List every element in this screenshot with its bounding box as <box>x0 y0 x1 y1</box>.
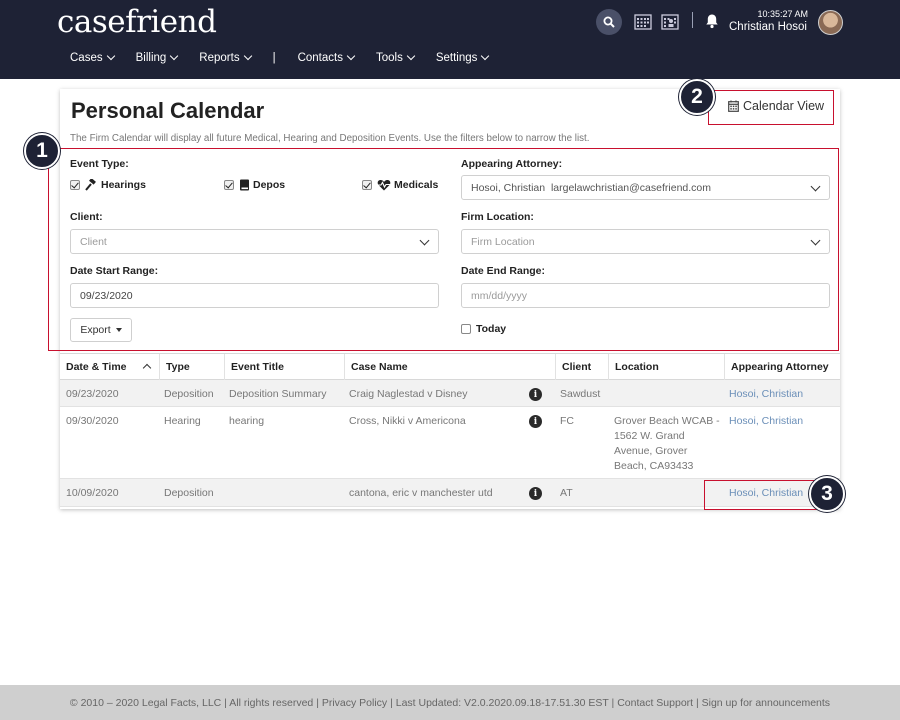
col-type[interactable]: Type <box>159 354 224 380</box>
cell-title: Deposition Summary <box>229 388 327 400</box>
info-icon[interactable]: i <box>529 415 542 428</box>
header-separator <box>692 12 693 28</box>
cell-type: Deposition <box>164 388 214 400</box>
col-appearing-attorney-label: Appearing Attorney <box>731 361 829 373</box>
nav-tools[interactable]: Tools <box>375 51 416 64</box>
notifications-button[interactable] <box>702 11 722 31</box>
table-header: Date & Time Type Event Title Case Name C… <box>60 353 840 380</box>
col-case-name-label: Case Name <box>351 361 408 373</box>
nav-tools-label: Tools <box>375 52 403 64</box>
cell-date: 10/09/2020 <box>66 487 119 499</box>
col-date-time-label: Date & Time <box>66 361 127 373</box>
annotation-badge-1: 1 <box>24 133 60 169</box>
col-location[interactable]: Location <box>608 354 724 380</box>
nav-reports-label: Reports <box>199 52 240 64</box>
table-row[interactable]: 09/23/2020 Deposition Deposition Summary… <box>60 380 840 407</box>
cell-case[interactable]: Craig Naglestad v Disney <box>343 387 467 402</box>
nav-settings[interactable]: Settings <box>435 51 490 64</box>
col-type-label: Type <box>166 361 190 373</box>
sort-up-icon[interactable] <box>142 363 152 373</box>
col-appearing-attorney[interactable]: Appearing Attorney <box>724 354 840 380</box>
nav-contacts-label: Contacts <box>297 52 343 64</box>
footer-text: © 2010 – 2020 Legal Facts, LLC | All rig… <box>69 696 831 709</box>
col-event-title-label: Event Title <box>231 361 284 373</box>
nav-contacts[interactable]: Contacts <box>297 51 356 64</box>
bell-icon <box>706 14 718 29</box>
annotation-badge-3: 3 <box>809 476 845 512</box>
nav-billing-label: Billing <box>135 52 167 64</box>
cell-date: 09/30/2020 <box>66 415 119 427</box>
chevron-down-icon <box>406 51 416 61</box>
col-date-time[interactable]: Date & Time <box>60 354 159 380</box>
clock-time: 10:35:27 AM <box>757 9 808 19</box>
nav-reports[interactable]: Reports <box>199 51 252 64</box>
col-location-label: Location <box>615 361 659 373</box>
annotation-box-calendar-view <box>708 90 834 125</box>
page-description: The Firm Calendar will display all futur… <box>70 133 590 144</box>
page-title: Personal Calendar <box>71 98 265 123</box>
top-header: casefriend 10:35:27 AM Christian Hosoi C… <box>0 0 900 79</box>
chevron-down-icon <box>170 51 179 61</box>
nav-cases-label: Cases <box>70 52 103 64</box>
search-icon <box>603 16 615 28</box>
table-row[interactable]: 09/30/2020 Hearing hearing Cross, Nikki … <box>60 407 840 479</box>
calendar-grid-icon <box>634 13 652 30</box>
info-icon[interactable]: i <box>529 487 542 500</box>
info-icon[interactable]: i <box>529 388 542 401</box>
nav-cases[interactable]: Cases <box>70 51 115 64</box>
main-nav: Cases Billing Reports | Contacts Tools S… <box>70 51 510 64</box>
cell-type: Deposition <box>164 487 214 499</box>
cell-date: 09/23/2020 <box>66 388 119 400</box>
col-client-label: Client <box>562 361 592 373</box>
col-event-title[interactable]: Event Title <box>224 354 344 380</box>
chevron-down-icon <box>481 51 490 61</box>
nav-separator: | <box>272 52 276 64</box>
cell-case[interactable]: cantona, eric v manchester utd <box>343 486 493 501</box>
chevron-down-icon <box>243 51 252 61</box>
cell-attorney-link[interactable]: Hosoi, Christian <box>723 414 803 429</box>
personal-calendar-button[interactable] <box>660 11 680 31</box>
nav-settings-label: Settings <box>435 52 478 64</box>
nav-billing[interactable]: Billing <box>135 51 179 64</box>
calendar-grid-button[interactable] <box>633 11 653 31</box>
cell-client: Sawdust <box>560 388 601 400</box>
user-name[interactable]: Christian Hosoi <box>729 21 807 33</box>
col-client[interactable]: Client <box>555 354 608 380</box>
search-button[interactable] <box>596 9 622 35</box>
annotation-badge-2: 2 <box>679 79 715 115</box>
cell-location: Grover Beach WCAB - 1562 W. Grand Avenue… <box>614 415 720 472</box>
cell-client: AT <box>560 487 573 499</box>
cell-type: Hearing <box>164 415 201 427</box>
casefriend-logo[interactable]: casefriend <box>57 4 217 40</box>
chevron-down-icon <box>106 51 115 61</box>
cell-client: FC <box>560 415 574 427</box>
personal-calendar-icon <box>661 13 679 30</box>
col-case-name[interactable]: Case Name <box>344 354 555 380</box>
cell-case[interactable]: Cross, Nikki v Americona <box>343 414 466 429</box>
chevron-down-icon <box>346 51 356 61</box>
user-avatar[interactable] <box>818 10 843 35</box>
annotation-box-filters <box>48 148 839 351</box>
cell-title: hearing <box>229 415 265 427</box>
page-footer: © 2010 – 2020 Legal Facts, LLC | All rig… <box>0 685 900 720</box>
cell-attorney-link[interactable]: Hosoi, Christian <box>723 387 803 402</box>
